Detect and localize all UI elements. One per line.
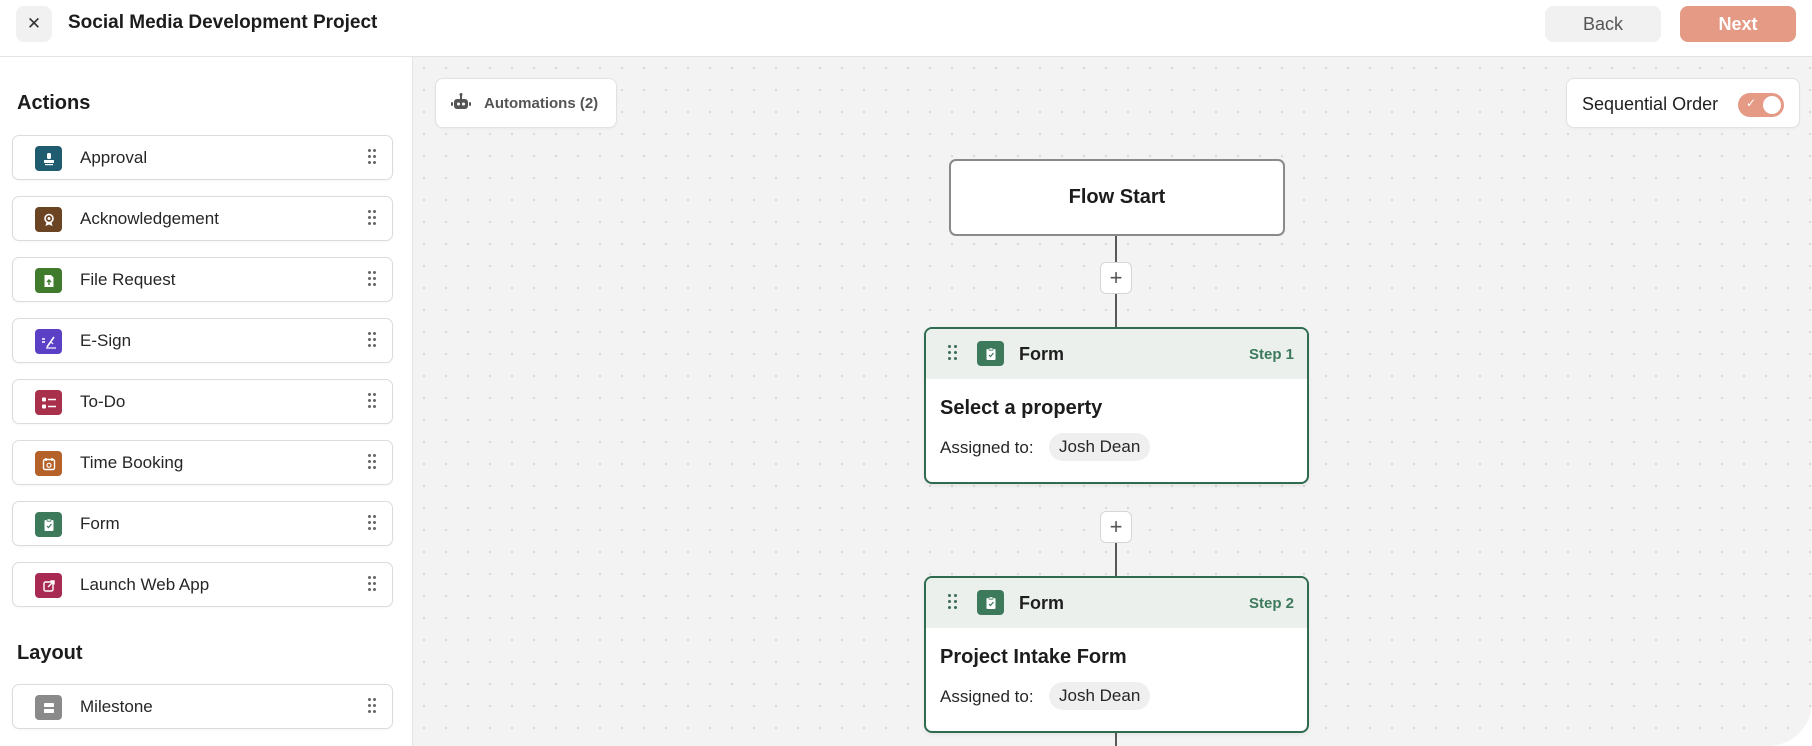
action-time-booking[interactable]: Time Booking bbox=[12, 440, 393, 485]
action-label: Time Booking bbox=[80, 453, 184, 472]
action-file-request[interactable]: File Request bbox=[12, 257, 393, 302]
action-approval[interactable]: Approval bbox=[12, 135, 393, 180]
drag-handle-icon[interactable] bbox=[368, 454, 376, 472]
step-type: Form bbox=[1019, 344, 1064, 364]
step-number: Step 1 bbox=[1248, 346, 1294, 363]
action-form[interactable]: Form bbox=[12, 501, 393, 546]
drag-handle-icon[interactable] bbox=[948, 594, 958, 612]
add-step-button[interactable]: + bbox=[1100, 262, 1132, 294]
plus-icon: + bbox=[1109, 265, 1123, 290]
badge-icon bbox=[35, 207, 62, 232]
close-button[interactable]: ✕ bbox=[16, 6, 52, 42]
connector-line bbox=[1115, 732, 1117, 746]
action-label: To-Do bbox=[80, 392, 126, 411]
file-upload-icon bbox=[35, 268, 62, 293]
plus-icon: + bbox=[1109, 514, 1123, 539]
step-title: Project Intake Form bbox=[940, 646, 1127, 668]
calendar-icon bbox=[35, 451, 62, 476]
external-link-icon bbox=[35, 573, 62, 598]
sequential-order-control: Sequential Order ✓ bbox=[1566, 78, 1800, 128]
step-card[interactable]: Form Step 2 Project Intake Form Assigned… bbox=[924, 576, 1309, 733]
drag-handle-icon[interactable] bbox=[368, 149, 376, 167]
back-button[interactable]: Back bbox=[1545, 6, 1661, 42]
action-label: E-Sign bbox=[80, 331, 132, 350]
action-label: Form bbox=[80, 514, 120, 533]
signature-icon bbox=[35, 329, 62, 354]
sidebar: Actions Approval Acknowledgement File Re… bbox=[0, 57, 413, 746]
action-milestone[interactable]: Milestone bbox=[12, 684, 393, 729]
action-label: Launch Web App bbox=[80, 575, 210, 594]
top-bar: ✕ Social Media Development Project Back … bbox=[0, 0, 1812, 57]
step-number: Step 2 bbox=[1248, 595, 1294, 612]
action-acknowledgement[interactable]: Acknowledgement bbox=[12, 196, 393, 241]
action-label: File Request bbox=[80, 270, 176, 289]
stamp-icon bbox=[35, 146, 62, 171]
sequential-order-toggle[interactable]: ✓ bbox=[1738, 93, 1784, 117]
drag-handle-icon[interactable] bbox=[368, 393, 376, 411]
step-header: Form Step 2 bbox=[926, 578, 1307, 628]
assigned-to-label: Assigned to: bbox=[940, 438, 1034, 457]
sequential-order-label: Sequential Order bbox=[1582, 94, 1719, 114]
step-type: Form bbox=[1019, 593, 1064, 613]
actions-heading: Actions bbox=[17, 92, 91, 114]
robot-icon bbox=[451, 93, 471, 109]
drag-handle-icon[interactable] bbox=[368, 271, 376, 289]
clipboard-icon bbox=[35, 512, 62, 537]
automations-label: Automations (2) bbox=[484, 94, 599, 112]
drag-handle-icon[interactable] bbox=[368, 515, 376, 533]
automations-button[interactable]: Automations (2) bbox=[435, 78, 617, 128]
clipboard-icon bbox=[977, 341, 1004, 366]
action-label: Milestone bbox=[80, 697, 153, 716]
close-icon: ✕ bbox=[26, 14, 42, 33]
layout-heading: Layout bbox=[17, 642, 83, 664]
clipboard-icon bbox=[977, 590, 1004, 615]
add-step-button[interactable]: + bbox=[1100, 511, 1132, 543]
step-header: Form Step 1 bbox=[926, 329, 1307, 379]
action-e-sign[interactable]: E-Sign bbox=[12, 318, 393, 363]
assigned-to-label: Assigned to: bbox=[940, 687, 1034, 706]
assignee-chip[interactable]: Josh Dean bbox=[1049, 682, 1151, 710]
action-label: Approval bbox=[80, 148, 148, 167]
drag-handle-icon[interactable] bbox=[368, 698, 376, 716]
next-button[interactable]: Next bbox=[1680, 6, 1796, 42]
step-card[interactable]: Form Step 1 Select a property Assigned t… bbox=[924, 327, 1309, 484]
drag-handle-icon[interactable] bbox=[948, 345, 958, 363]
checklist-icon bbox=[35, 390, 62, 415]
action-launch-web-app[interactable]: Launch Web App bbox=[12, 562, 393, 607]
action-to-do[interactable]: To-Do bbox=[12, 379, 393, 424]
milestone-icon bbox=[35, 695, 62, 720]
flow-start-node[interactable]: Flow Start bbox=[949, 159, 1285, 236]
drag-handle-icon[interactable] bbox=[368, 210, 376, 228]
drag-handle-icon[interactable] bbox=[368, 576, 376, 594]
step-title: Select a property bbox=[940, 397, 1103, 419]
assignee-chip[interactable]: Josh Dean bbox=[1049, 433, 1151, 461]
flow-canvas[interactable]: Automations (2) Sequential Order ✓ Flow … bbox=[413, 57, 1812, 746]
action-label: Acknowledgement bbox=[80, 209, 219, 228]
drag-handle-icon[interactable] bbox=[368, 332, 376, 350]
page-title: Social Media Development Project bbox=[68, 12, 378, 33]
toggle-knob bbox=[1763, 96, 1781, 114]
check-icon: ✓ bbox=[1746, 96, 1757, 110]
